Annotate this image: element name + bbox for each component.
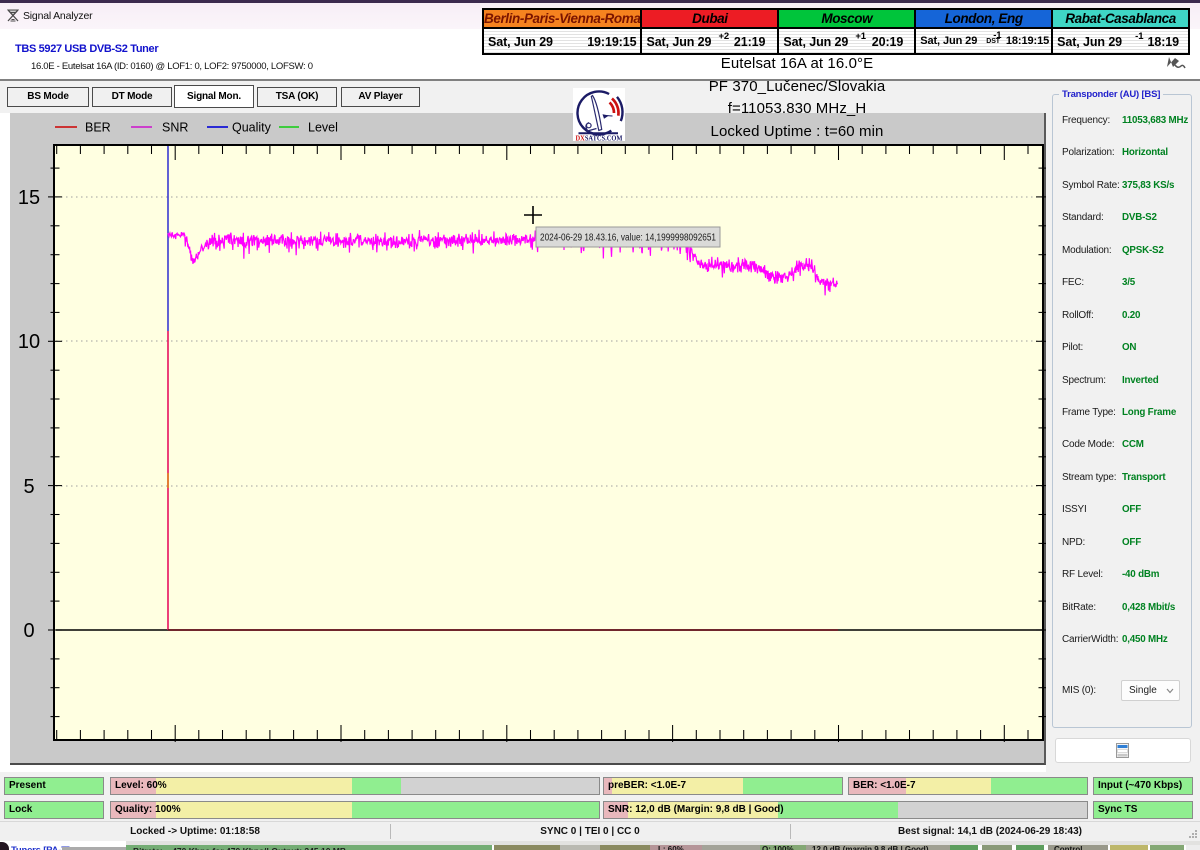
svg-text:DXSATCS.COM: DXSATCS.COM: [576, 133, 623, 141]
svg-text:10: 10: [18, 331, 40, 353]
svg-text:0: 0: [23, 620, 34, 642]
svg-text:BER: BER: [85, 121, 111, 135]
svg-text:2024-06-29 18.43.16, value: 14: 2024-06-29 18.43.16, value: 14,199999809…: [540, 233, 716, 244]
svg-text:5: 5: [23, 476, 34, 498]
svg-text:15: 15: [18, 187, 40, 209]
svg-text:Level: Level: [308, 121, 338, 135]
svg-text:SNR: SNR: [162, 121, 188, 135]
svg-text:Quality: Quality: [232, 121, 272, 135]
